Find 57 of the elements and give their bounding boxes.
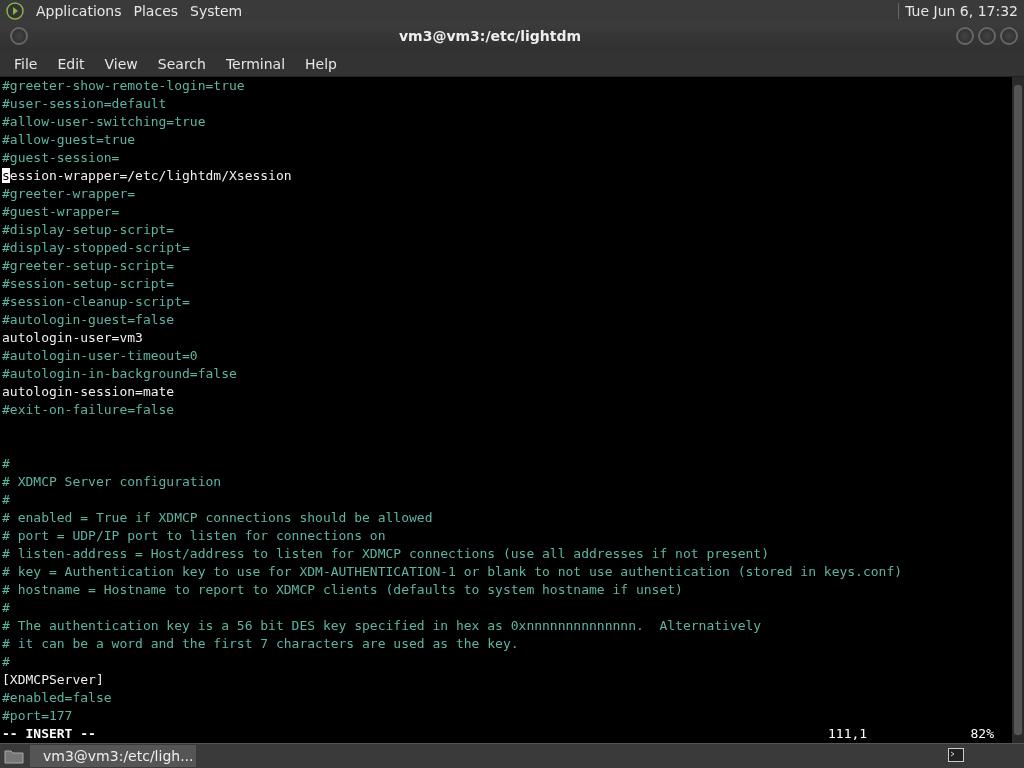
code-line: #enabled=false (2, 689, 113, 708)
menu-item[interactable]: Help (295, 55, 347, 72)
close-button[interactable] (1000, 27, 1018, 46)
panel-menu[interactable]: Applications (36, 2, 122, 19)
code-line: #allow-guest=true (2, 131, 137, 150)
code-line: # XDMCP Server configuration (2, 473, 223, 492)
logo-icon[interactable] (6, 1, 24, 20)
code-line: # The authentication key is a 56 bit DES key specified in hex as 0xnnnnnnnnnnnnnn. Alternatively (2, 617, 763, 636)
taskbar-button[interactable]: vm3@vm3:/etc/ligh... (30, 745, 196, 768)
menu-item[interactable]: File (4, 55, 48, 72)
code-line: # (2, 653, 11, 672)
code-line: #greeter-show-remote-login=true (2, 77, 246, 96)
code-line: # (2, 599, 11, 618)
code-line: #allow-user-switching=true (2, 113, 207, 132)
code-line: #guest-session= (2, 149, 121, 168)
code-line: autologin-session=mate (2, 383, 176, 402)
code-line: autologin-user=vm3 (2, 329, 144, 348)
clock[interactable]: Tue Jun 6, 17:32 (898, 2, 1018, 19)
code-line: # listen-address = Host/address to listen for XDMCP connections (use all addresses if not present) (2, 545, 770, 564)
code-line: #user-session=default (2, 95, 168, 114)
code-line: #greeter-setup-script= (2, 257, 176, 276)
window-title: vm3@vm3:/etc/lightdm (397, 28, 583, 45)
code-line: #display-stopped-script= (2, 239, 191, 258)
code-line: # (2, 455, 11, 474)
code-line: #session-cleanup-script= (2, 293, 191, 312)
code-line: #guest-wrapper= (2, 203, 121, 222)
code-line: # hostname = Hostname to report to XDMCP clients (defaults to system hostname if unset) (2, 581, 684, 600)
code-line: # it can be a word and the first 7 characters are used as the key. (2, 635, 520, 654)
folder-icon[interactable] (4, 748, 24, 765)
code-line: # (2, 491, 11, 510)
menu-item[interactable]: Edit (47, 55, 95, 72)
menu-item[interactable]: View (94, 55, 148, 72)
minimize-button[interactable] (956, 27, 974, 46)
scroll-percent: 82% (969, 725, 994, 744)
code-line: session-wrapper=/etc/lightdm/Xsession (2, 167, 293, 186)
code-line: # enabled = True if XDMCP connections should be allowed (2, 509, 434, 528)
code-line: #display-setup-script= (2, 221, 176, 240)
menu-item[interactable]: Terminal (215, 55, 296, 72)
code-line: # key = Authentication key to use for XDM-AUTHENTICATION-1 or blank to not use authentication (stored in keys.conf) (2, 563, 904, 582)
cursor-position: 111,1 (828, 725, 869, 744)
code-line: #greeter-wrapper= (2, 185, 137, 204)
terminal-icon[interactable] (948, 747, 964, 762)
panel-menu[interactable]: Places (133, 2, 179, 19)
code-line: [XDMCPServer] (2, 671, 105, 690)
mode-indicator: -- INSERT -- (2, 725, 96, 744)
code-line: #autologin-in-background=false (2, 365, 238, 384)
menu-item[interactable]: Search (147, 55, 216, 72)
panel-menu[interactable]: System (190, 2, 243, 19)
code-line: # port = UDP/IP port to listen for connections on (2, 527, 387, 546)
code-line: #session-setup-script= (2, 275, 176, 294)
maximize-button[interactable] (978, 27, 996, 46)
code-line: #autologin-guest=false (2, 311, 176, 330)
window-menu-button[interactable] (10, 27, 28, 46)
code-line: #autologin-user-timeout=0 (2, 347, 199, 366)
code-line: #exit-on-failure=false (2, 401, 176, 420)
code-line: #port=177 (2, 707, 74, 726)
scrollbar[interactable] (1012, 77, 1024, 744)
